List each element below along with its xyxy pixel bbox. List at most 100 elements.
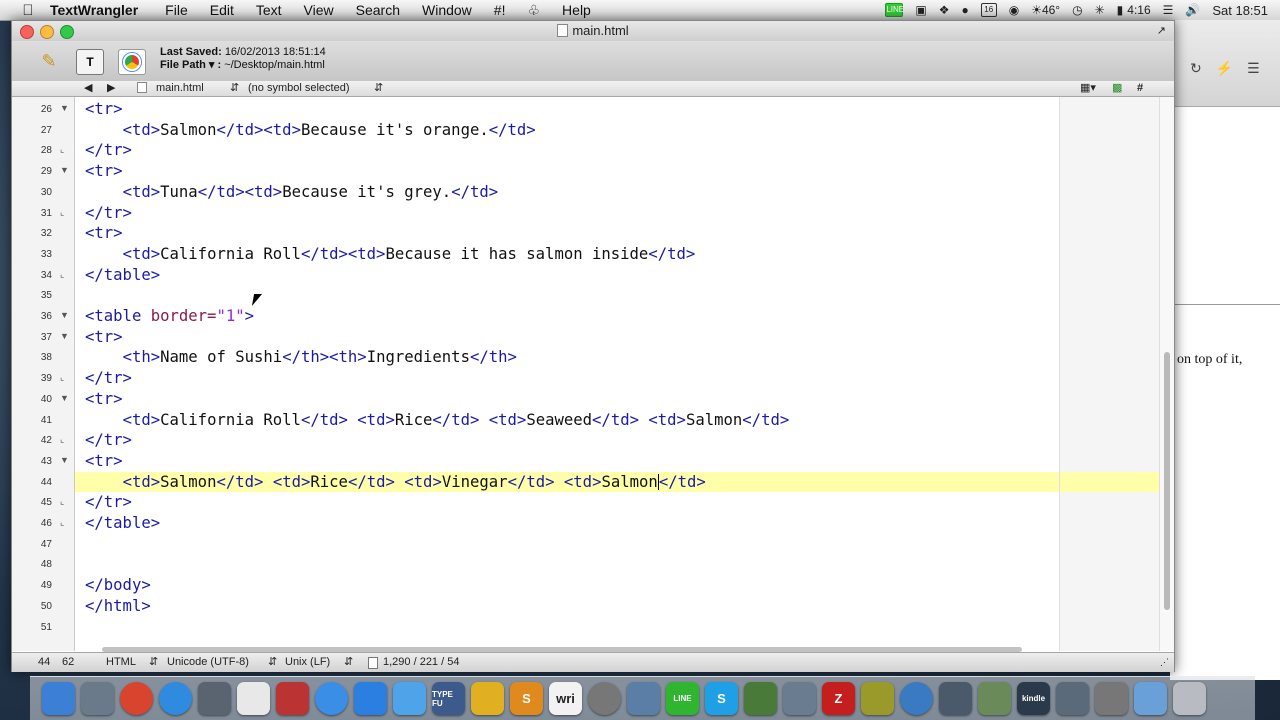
- file-path-label[interactable]: File Path ▾ :: [160, 59, 221, 71]
- code-line[interactable]: </html>: [75, 596, 1159, 617]
- evernote-icon[interactable]: [744, 682, 777, 715]
- fold-end-icon[interactable]: ⌞: [60, 434, 64, 445]
- menu-window[interactable]: Window: [422, 2, 472, 18]
- volume-icon[interactable]: 🔊: [1185, 3, 1200, 17]
- code-line[interactable]: <td>Tuna</td><td>Because it's grey.</td>: [75, 182, 1159, 203]
- time-machine-icon[interactable]: ◷: [1072, 3, 1082, 17]
- fullscreen-icon[interactable]: ↗: [1157, 21, 1166, 41]
- code-line[interactable]: </tr>: [75, 430, 1159, 451]
- preferences-icon[interactable]: [1095, 682, 1128, 715]
- back-arrow-icon[interactable]: ◀: [84, 81, 92, 96]
- photo-icon[interactable]: [939, 682, 972, 715]
- finder-icon[interactable]: [42, 682, 75, 715]
- skype-icon[interactable]: S: [705, 682, 738, 715]
- fold-disclosure-icon[interactable]: ▼: [60, 393, 69, 403]
- fold-end-icon[interactable]: ⌞: [60, 372, 64, 383]
- menu-view[interactable]: View: [304, 2, 334, 18]
- preview-in-browser-icon[interactable]: [118, 49, 146, 75]
- line-endings-popup[interactable]: Unix (LF): [285, 653, 330, 672]
- encoding-popup-arrows[interactable]: ⇵: [268, 653, 277, 672]
- xcode-icon[interactable]: [783, 682, 816, 715]
- code-line[interactable]: <td>California Roll</td><td>Because it h…: [75, 244, 1159, 265]
- code-line[interactable]: <th>Name of Sushi</th><th>Ingredients</t…: [75, 347, 1159, 368]
- forward-arrow-icon[interactable]: ▶: [107, 81, 115, 96]
- fold-disclosure-icon[interactable]: ▼: [60, 103, 69, 113]
- code-line[interactable]: </table>: [75, 265, 1159, 286]
- code-line[interactable]: <tr>: [75, 451, 1159, 472]
- evernote-status-icon[interactable]: ●: [961, 3, 968, 17]
- code-line[interactable]: <tr>: [75, 161, 1159, 182]
- fold-disclosure-icon[interactable]: ▼: [60, 310, 69, 320]
- title-bar[interactable]: main.html ↗: [12, 21, 1174, 41]
- transmit-icon[interactable]: [861, 682, 894, 715]
- menu-scripts[interactable]: #!: [494, 2, 506, 18]
- camera-icon[interactable]: ▣: [915, 3, 926, 17]
- code-line[interactable]: <td>California Roll</td> <td>Rice</td> <…: [75, 410, 1159, 431]
- text-options-icon[interactable]: T: [76, 49, 104, 75]
- split-view-icon[interactable]: ▦▾: [1080, 81, 1096, 96]
- fold-end-icon[interactable]: ⌞: [60, 517, 64, 528]
- code-line[interactable]: </tr>: [75, 368, 1159, 389]
- safari-icon[interactable]: [159, 682, 192, 715]
- kindle-icon[interactable]: kindle: [1017, 682, 1050, 715]
- code-line[interactable]: </body>: [75, 575, 1159, 596]
- code-line[interactable]: [75, 285, 1159, 306]
- code-line[interactable]: </table>: [75, 513, 1159, 534]
- counterpart-icon[interactable]: ▩: [1112, 81, 1122, 96]
- code-editor[interactable]: <tr> <td>Salmon</td><td>Because it's ora…: [75, 97, 1159, 651]
- code-line[interactable]: <td>Salmon</td> <td>Rice</td> <td>Vinega…: [75, 471, 1159, 493]
- code-line[interactable]: </tr>: [75, 140, 1159, 161]
- wifi-icon[interactable]: ☰: [1163, 3, 1174, 17]
- bolt-icon[interactable]: ⚡: [1216, 60, 1233, 77]
- launchpad-icon[interactable]: [81, 682, 114, 715]
- vertical-scroll-thumb[interactable]: [1164, 352, 1170, 610]
- eye-icon[interactable]: ◉: [1009, 3, 1019, 17]
- code-line[interactable]: <tr>: [75, 99, 1159, 120]
- fold-end-icon[interactable]: ⌞: [60, 144, 64, 155]
- utility-icon[interactable]: [198, 682, 231, 715]
- code-line[interactable]: <tr>: [75, 223, 1159, 244]
- appstore-icon[interactable]: [354, 682, 387, 715]
- symbol-popup-arrows[interactable]: ⇵: [374, 81, 383, 96]
- code-line[interactable]: <table border="1">: [75, 306, 1159, 327]
- file-popup[interactable]: main.html: [156, 81, 204, 96]
- fold-disclosure-icon[interactable]: ▼: [60, 331, 69, 341]
- bluetooth-icon[interactable]: ✳: [1095, 3, 1105, 17]
- battery-icon[interactable]: ▮ 4:16: [1117, 3, 1151, 17]
- hash-popup[interactable]: #: [1137, 81, 1143, 96]
- calendar-icon[interactable]: 16: [980, 3, 997, 17]
- code-line[interactable]: [75, 617, 1159, 638]
- language-popup-arrows[interactable]: ⇵: [149, 653, 158, 672]
- wrangler-icon[interactable]: [471, 682, 504, 715]
- code-line[interactable]: </tr>: [75, 203, 1159, 224]
- network-icon[interactable]: [588, 682, 621, 715]
- grapher-icon[interactable]: [978, 682, 1011, 715]
- vlc-icon[interactable]: [900, 682, 933, 715]
- menu-icon[interactable]: ☰: [1247, 60, 1260, 77]
- code-line[interactable]: <tr>: [75, 327, 1159, 348]
- vertical-scrollbar[interactable]: [1159, 97, 1174, 651]
- close-button[interactable]: [20, 25, 34, 39]
- code-line[interactable]: </tr>: [75, 492, 1159, 513]
- weather-icon[interactable]: ☀ 46°: [1031, 3, 1060, 17]
- menu-search[interactable]: Search: [356, 2, 400, 18]
- resize-grip-icon[interactable]: ⋰: [1160, 653, 1169, 672]
- line-status-icon[interactable]: LINE: [885, 3, 904, 17]
- apple-menu-icon[interactable]: : [20, 2, 36, 19]
- fold-end-icon[interactable]: ⌞: [60, 269, 64, 280]
- itunes-icon[interactable]: [315, 682, 348, 715]
- chrome-icon[interactable]: [120, 682, 153, 715]
- app-menu[interactable]: TextWrangler: [50, 2, 138, 18]
- dropbox-icon[interactable]: [393, 682, 426, 715]
- trash-icon[interactable]: [1173, 682, 1206, 715]
- sublime-icon[interactable]: S: [510, 682, 543, 715]
- language-popup[interactable]: HTML: [106, 653, 136, 672]
- typefu-icon[interactable]: TYPE FU: [432, 682, 465, 715]
- script-icon[interactable]: [276, 682, 309, 715]
- fold-disclosure-icon[interactable]: ▼: [60, 455, 69, 465]
- writer-icon[interactable]: wri: [549, 682, 582, 715]
- menu-scripts-icon[interactable]: ♧: [527, 2, 540, 19]
- encoding-popup[interactable]: Unicode (UTF-8): [167, 653, 249, 672]
- menu-help[interactable]: Help: [562, 2, 591, 18]
- file-popup-arrows[interactable]: ⇵: [230, 81, 239, 96]
